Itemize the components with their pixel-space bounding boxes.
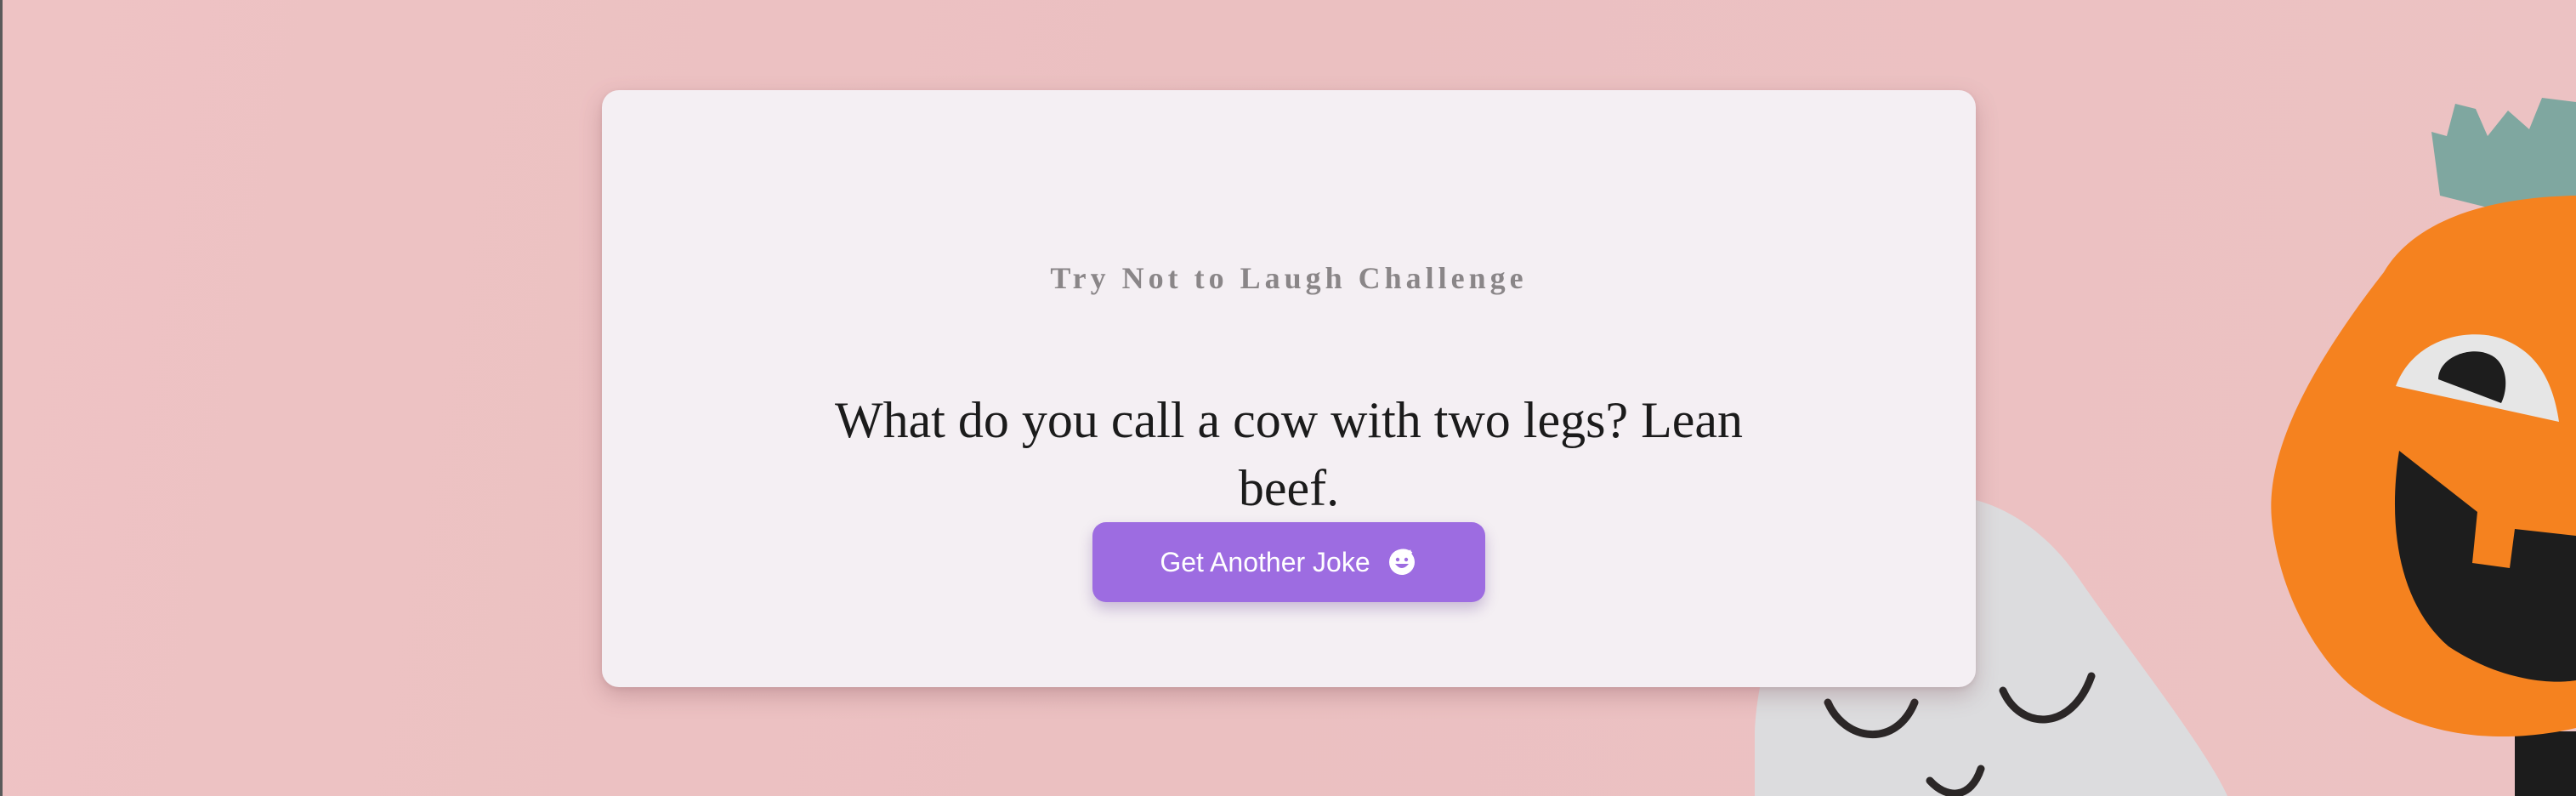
pumpkin-stick: [2515, 731, 2576, 796]
button-label: Get Another Joke: [1160, 546, 1370, 577]
refresh-laugh-icon: [1386, 546, 1418, 578]
get-another-joke-button[interactable]: Get Another Joke: [1092, 522, 1485, 602]
joke-card: Try Not to Laugh Challenge What do you c…: [602, 90, 1976, 687]
pumpkin-illustration: [2271, 98, 2576, 737]
joke-text: What do you call a cow with two legs? Le…: [835, 392, 1743, 516]
page-title: Try Not to Laugh Challenge: [1050, 261, 1528, 295]
